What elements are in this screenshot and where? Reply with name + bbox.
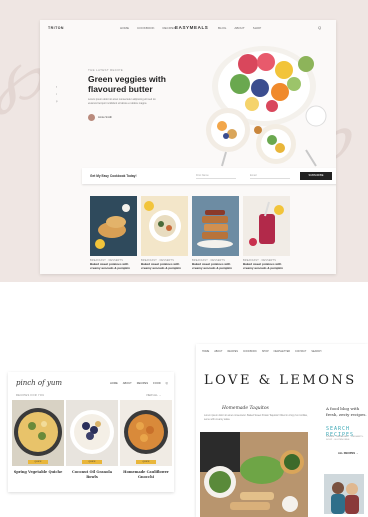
view-all-link[interactable]: VIEW ALL →	[146, 394, 161, 397]
post-description: Lorem ipsum dolor sit amet consectetur. …	[204, 414, 308, 421]
recipe-card[interactable]: QUICK Spring Vegetable Quiche	[12, 400, 64, 475]
recipe-image[interactable]	[90, 196, 137, 256]
nav-link[interactable]: COOKBOOK	[137, 26, 155, 30]
recipe-title[interactable]: Baked sweet potatoes with creamy avocado…	[192, 262, 239, 270]
nav-link[interactable]: ABOUT	[123, 382, 132, 385]
first-name-field[interactable]: First Name	[196, 174, 236, 179]
recipe-image[interactable]: QUICK	[66, 400, 118, 466]
recipe-card[interactable]: BREAKFAST · DESSERTS Baked sweet potatoe…	[243, 196, 290, 270]
blog-tagline: A food blog with fresh, zesty recipes.	[326, 406, 367, 417]
facebook-icon[interactable]: f	[56, 86, 57, 89]
site-logo[interactable]: pinch of yum	[16, 379, 62, 387]
recipe-title[interactable]: Homemade Cauliflower Gnocchi	[120, 470, 172, 479]
search-icon[interactable]: Q	[318, 25, 321, 30]
recipe-image[interactable]	[243, 196, 290, 256]
signup-label: Get My Easy Cookbook Today!	[90, 174, 137, 178]
recipe-image[interactable]	[192, 196, 239, 256]
nav-link[interactable]: RECIPES	[227, 350, 238, 353]
section-heading: RECIPES FOR YOU	[16, 394, 45, 397]
recipe-title[interactable]: Coconut Oil Granola Bowls	[66, 470, 118, 479]
hero-kicker: THE LATEST RECIPE	[88, 68, 123, 72]
recipe-badge: QUICK	[82, 460, 102, 464]
nav-link[interactable]: ABOUT	[214, 350, 222, 353]
recipe-title[interactable]: Baked sweet potatoes with creamy avocado…	[90, 262, 137, 270]
all-recipes-link[interactable]: ALL RECIPES →	[338, 452, 358, 455]
nav-link[interactable]: CONTACT	[295, 350, 306, 353]
author-byline: Annie Smith	[88, 114, 112, 121]
nav-link[interactable]: HOME	[202, 350, 209, 353]
site-logo[interactable]: TRITON	[48, 26, 64, 30]
newsletter-signup: Get My Easy Cookbook Today! First Name E…	[82, 168, 336, 184]
post-title[interactable]: Homemade Taquitos	[222, 406, 269, 411]
top-nav: HOME ABOUT RECIPES FOOD Q	[110, 382, 168, 385]
post-image[interactable]	[200, 432, 308, 517]
brand-logo[interactable]: EASYMEALS	[175, 25, 208, 30]
recipe-badge: QUICK	[136, 460, 156, 464]
recipe-card[interactable]: BREAKFAST · DESSERTS Baked sweet potatoe…	[192, 196, 239, 270]
recipe-image[interactable]: QUICK	[12, 400, 64, 466]
avatar	[88, 114, 95, 121]
pinterest-icon[interactable]: p	[56, 100, 57, 103]
nav-link[interactable]: HOME	[110, 382, 118, 385]
category-tags[interactable]: DINNER · BREAKFAST · DESSERTS · SOUP · G…	[326, 436, 366, 442]
nav-link[interactable]: ABOUT	[234, 26, 244, 30]
nav-link[interactable]: BLOG	[218, 26, 226, 30]
subscribe-button[interactable]: SUBSCRIBE	[300, 172, 332, 180]
recipe-card[interactable]: QUICK Homemade Cauliflower Gnocchi	[120, 400, 172, 479]
recipe-title[interactable]: Baked sweet potatoes with creamy avocado…	[141, 262, 188, 270]
pinch-of-yum-mockup: pinch of yum HOME ABOUT RECIPES FOOD Q R…	[8, 372, 174, 492]
author-photo[interactable]	[324, 474, 364, 514]
recipe-card[interactable]: BREAKFAST · DESSERTS Baked sweet potatoe…	[141, 196, 188, 270]
recipe-image[interactable]: QUICK	[120, 400, 172, 466]
nav-link[interactable]: HOME	[120, 26, 129, 30]
search-link[interactable]: SEARCH	[311, 350, 321, 353]
recipe-badge: QUICK	[28, 460, 48, 464]
recipe-card[interactable]: BREAKFAST · DESSERTS Baked sweet potatoe…	[90, 196, 137, 270]
twitter-icon[interactable]: t	[56, 93, 57, 96]
nav-link[interactable]: FOOD	[153, 382, 161, 385]
love-and-lemons-mockup: HOME ABOUT RECIPES COOKBOOK SHOP NEWSLET…	[196, 344, 368, 517]
recipe-title[interactable]: Spring Vegetable Quiche	[12, 470, 64, 475]
website-mockup: TRITON HOME COOKBOOK RECIPES EASYMEALS B…	[40, 20, 336, 274]
nav-link[interactable]: RECIPES	[137, 382, 148, 385]
share-bar: f t p	[56, 86, 57, 103]
search-icon[interactable]: Q	[166, 382, 168, 385]
recipe-title[interactable]: Baked sweet potatoes with creamy avocado…	[243, 262, 290, 270]
site-logo[interactable]: LOVE & LEMONS	[204, 373, 357, 388]
nav-link[interactable]: SHOP	[262, 350, 269, 353]
recipe-card[interactable]: QUICK Coconut Oil Granola Bowls	[66, 400, 118, 479]
author-name[interactable]: Annie Smith	[98, 116, 112, 119]
nav-link[interactable]: NEWSLETTER	[274, 350, 290, 353]
decorative-script: ℘	[0, 40, 43, 110]
nav-link[interactable]: COOKBOOK	[243, 350, 257, 353]
email-field[interactable]: Email	[250, 174, 290, 179]
top-nav: HOME ABOUT RECIPES COOKBOOK SHOP NEWSLET…	[202, 350, 321, 353]
top-showcase: ℘ ℘ TRITON HOME COOKBOOK RECIPES EASYMEA…	[0, 0, 368, 282]
hero-description: Lorem ipsum dolor sit amet consectetur a…	[88, 98, 156, 105]
nav-link[interactable]: SHOP	[253, 26, 262, 30]
hero-food-image	[206, 46, 327, 167]
nav-link[interactable]: RECIPES	[163, 26, 176, 30]
recipe-image[interactable]	[141, 196, 188, 256]
